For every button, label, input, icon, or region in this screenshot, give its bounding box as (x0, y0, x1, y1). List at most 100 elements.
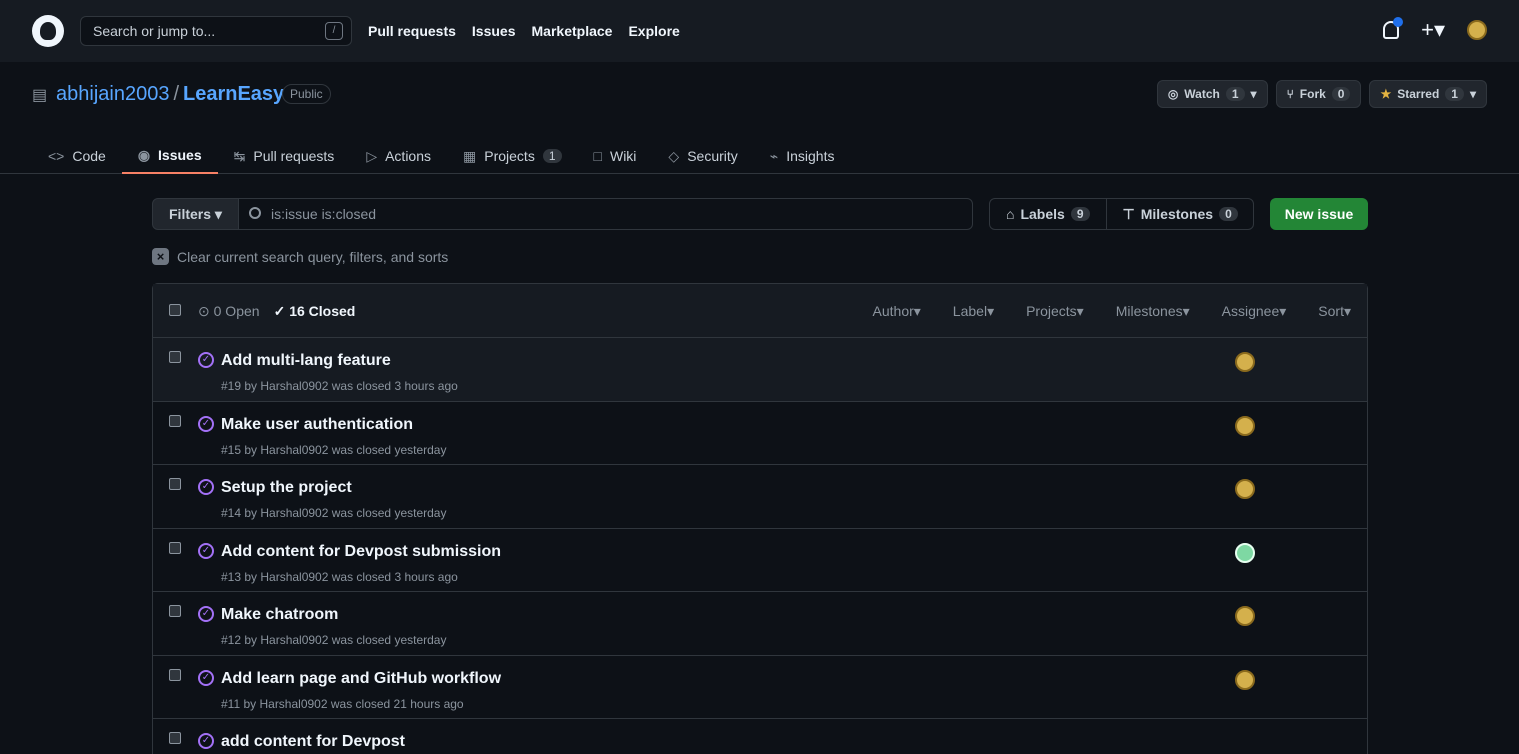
repository-tabs: <> Code ◉ Issues ↹ Pull requests ▷ Actions ▦… (32, 138, 850, 174)
issue-meta: #19 by Harshal0902 was closed 3 hours ag… (221, 379, 458, 393)
closed-issues-link[interactable]: ✓ 16 Closed (274, 303, 356, 320)
fork-button[interactable]: ⑂ Fork 0 (1275, 80, 1362, 108)
closed-issue-icon: ✓ (198, 479, 214, 495)
closed-issue-icon: ✓ (198, 542, 214, 559)
tab-insights[interactable]: ⌁ Insights (754, 138, 851, 174)
open-issues-link[interactable]: ⊙ 0 Open (198, 303, 260, 320)
issue-checkbox[interactable] (169, 541, 181, 554)
nav-pull-requests[interactable]: Pull requests (368, 23, 456, 39)
issue-state-filter: ⊙ 0 Open ✓ 16 Closed (198, 303, 355, 320)
issue-checkbox[interactable] (169, 668, 181, 681)
assignee-avatar[interactable] (1235, 542, 1255, 563)
tab-code[interactable]: <> Code (32, 138, 122, 174)
plus-icon: + (1421, 17, 1434, 42)
user-avatar[interactable] (1467, 20, 1487, 40)
labels-label: Labels (1020, 206, 1065, 222)
check-icon: ✓ (273, 303, 290, 319)
issues-toolbar: Filters ▾ is:issue is:closed ⌂ Labels 9 ⊤ M… (152, 198, 1368, 230)
issue-row[interactable]: ✓ Add multi-lang feature #19 by Harshal090… (153, 338, 1367, 402)
assignee-avatar[interactable] (1235, 479, 1255, 499)
nav-marketplace[interactable]: Marketplace (532, 23, 613, 39)
notifications-icon[interactable] (1383, 17, 1404, 39)
assignee-avatar[interactable] (1235, 352, 1255, 372)
issue-title[interactable]: Setup the project (221, 479, 352, 497)
top-navigation: Search or jump to... / Pull requests Issu… (0, 0, 1519, 62)
issue-row[interactable]: ✓ Add learn page and GitHub workflow #11 b… (153, 656, 1367, 719)
repo-name-link[interactable]: LearnEasy (183, 83, 284, 105)
issue-checkbox[interactable] (169, 605, 181, 617)
tab-security[interactable]: ◇ Security (652, 138, 753, 174)
assignee-avatar[interactable] (1235, 606, 1255, 626)
sort-dropdowns: Author▾ Label▾ Projects▾ Milestones▾ Ass… (873, 303, 1351, 320)
issue-meta: #12 by Harshal0902 was closed yesterday (221, 633, 447, 647)
milestone-icon: ⊤ (1122, 205, 1135, 222)
close-icon: × (152, 248, 169, 265)
labels-milestones: ⌂ Labels 9 ⊤ Milestones 0 (989, 198, 1254, 230)
open-count: 0 Open (213, 303, 260, 319)
create-new-button[interactable]: +▾ (1421, 17, 1445, 42)
projects-dropdown[interactable]: Projects▾ (1026, 303, 1084, 320)
search-placeholder: Search or jump to... (93, 23, 216, 39)
tab-issues[interactable]: ◉ Issues (121, 138, 218, 174)
starred-button[interactable]: ★ Starred 1 ▾ (1369, 80, 1487, 108)
tab-label: Pull requests (253, 148, 335, 164)
issue-title[interactable]: Add learn page and GitHub workflow (221, 670, 501, 688)
security-icon: ◇ (668, 147, 680, 164)
issue-meta: #11 by Harshal0902 was closed 21 hours a… (221, 696, 464, 711)
issue-title[interactable]: Make chatroom (221, 606, 338, 624)
search-query: is:issue is:closed (271, 206, 377, 222)
starred-label: Starred (1397, 87, 1440, 101)
sort-dropdown[interactable]: Sort▾ (1318, 303, 1351, 320)
search-icon (249, 207, 261, 219)
issue-row[interactable]: ✓ Setup the project #14 by Harshal0902 was… (153, 465, 1367, 529)
assignee-dropdown[interactable]: Assignee▾ (1222, 303, 1287, 320)
github-logo-icon[interactable] (32, 15, 64, 47)
global-search-input[interactable]: Search or jump to... / (80, 16, 352, 46)
issue-checkbox[interactable] (169, 351, 181, 363)
filters-button[interactable]: Filters ▾ (152, 198, 239, 230)
issue-search-input[interactable]: is:issue is:closed (238, 198, 973, 230)
eye-icon: ◎ (1167, 87, 1179, 101)
repo-icon: ▤ (32, 87, 48, 104)
tab-pull-requests[interactable]: ↹ Pull requests (218, 138, 351, 174)
issue-title[interactable]: add content for Devpost (221, 733, 405, 751)
issue-checkbox[interactable] (169, 478, 181, 490)
projects-label: Projects (1026, 303, 1077, 319)
labels-button[interactable]: ⌂ Labels 9 (990, 199, 1107, 229)
tab-wiki[interactable]: □ Wiki (578, 138, 653, 174)
milestones-label: Milestones (1140, 206, 1214, 222)
author-dropdown[interactable]: Author▾ (873, 303, 921, 320)
chevron-down-icon[interactable]: ▾ (1470, 87, 1476, 101)
new-issue-button[interactable]: New issue (1270, 198, 1368, 230)
assignee-avatar[interactable] (1235, 415, 1255, 436)
issue-row[interactable]: ✓ add content for Devpost (153, 719, 1367, 754)
issue-row[interactable]: ✓ Make user authentication #15 by Harshal0… (153, 402, 1367, 465)
tab-actions[interactable]: ▷ Actions (350, 138, 447, 174)
select-all-checkbox[interactable] (169, 304, 181, 316)
issue-checkbox[interactable] (169, 414, 181, 427)
tab-projects[interactable]: ▦ Projects 1 (447, 138, 578, 174)
tab-label: Projects (484, 148, 535, 164)
closed-issue-icon: ✓ (198, 352, 214, 368)
issue-title[interactable]: Add multi-lang feature (221, 352, 391, 370)
issue-title[interactable]: Add content for Devpost submission (221, 543, 501, 561)
repo-owner-link[interactable]: abhijain2003 (56, 83, 169, 105)
issue-icon: ◉ (137, 146, 151, 163)
issue-checkbox[interactable] (169, 732, 181, 744)
chevron-down-icon: ▾ (1182, 303, 1190, 319)
nav-explore[interactable]: Explore (628, 23, 679, 39)
assignee-avatar[interactable] (1235, 669, 1255, 690)
milestones-button[interactable]: ⊤ Milestones 0 (1107, 199, 1254, 229)
tab-label: Security (687, 148, 738, 164)
label-dropdown[interactable]: Label▾ (953, 303, 994, 320)
watch-label: Watch (1184, 87, 1220, 101)
issue-title[interactable]: Make user authentication (221, 416, 413, 434)
issue-meta: #14 by Harshal0902 was closed yesterday (221, 506, 447, 520)
nav-issues[interactable]: Issues (472, 23, 516, 39)
milestones-dropdown[interactable]: Milestones▾ (1116, 303, 1190, 320)
issue-row[interactable]: ✓ Make chatroom #12 by Harshal0902 was clo… (153, 592, 1367, 656)
clear-filters-link[interactable]: × Clear current search query, filters, an… (152, 248, 448, 265)
issue-row[interactable]: ✓ Add content for Devpost submission #13 b… (153, 529, 1367, 592)
watch-button[interactable]: ◎ Watch 1 ▾ (1156, 80, 1268, 108)
closed-count: 16 Closed (289, 303, 356, 319)
